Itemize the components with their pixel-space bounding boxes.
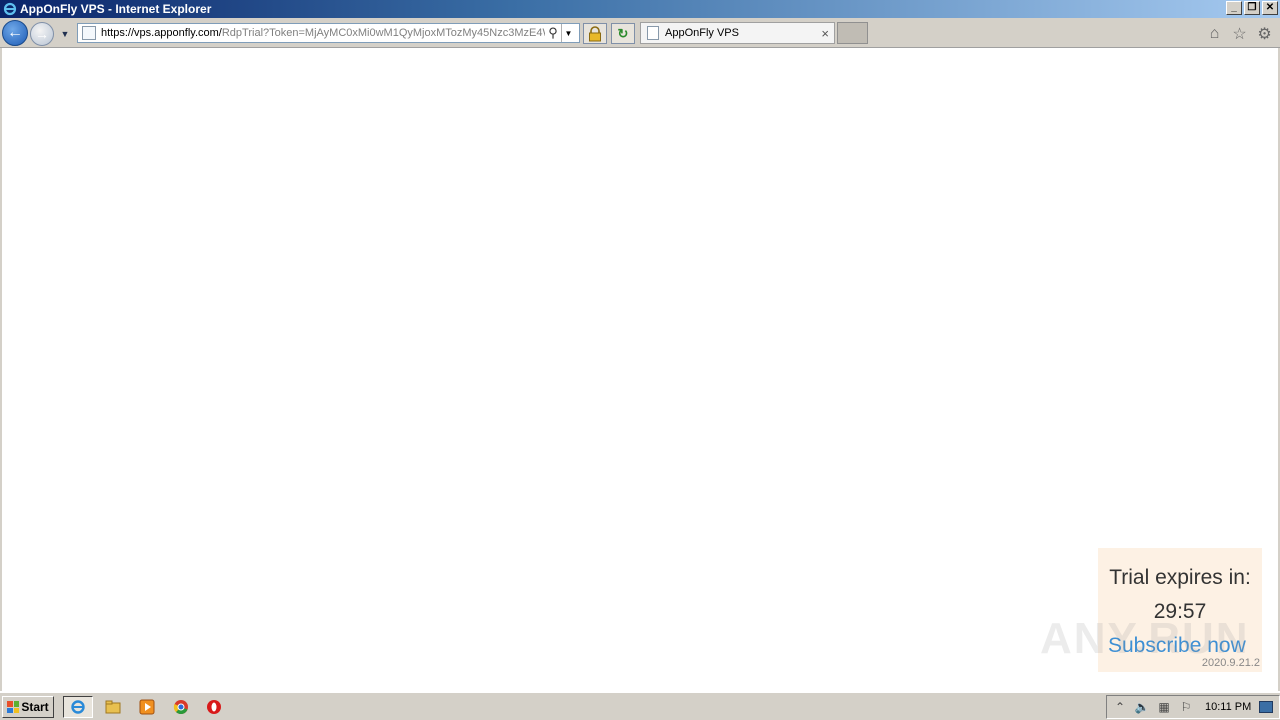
taskbar-opera-icon[interactable] (199, 696, 229, 718)
network-icon[interactable]: ▦ (1155, 698, 1173, 716)
taskbar: Start ⌃ 🔈 ▦ ⚐ 10:11 PM (0, 692, 1280, 720)
tab-label: AppOnFly VPS (665, 27, 739, 39)
show-desktop-icon[interactable] (1259, 701, 1274, 713)
show-hidden-icons-icon[interactable]: ⌃ (1111, 698, 1129, 716)
history-dropdown-icon[interactable]: ▼ (58, 28, 72, 40)
title-bar: AppOnFly VPS - Internet Explorer _ ❐ ✕ (0, 0, 1280, 18)
home-icon[interactable]: ⌂ (1205, 24, 1224, 43)
navigation-bar: ← → ▼ https://vps.apponfly.com/RdpTrial?… (0, 18, 1280, 48)
start-label: Start (21, 700, 49, 714)
minimize-button[interactable]: _ (1226, 1, 1242, 15)
address-bar[interactable]: https://vps.apponfly.com/RdpTrial?Token=… (77, 23, 580, 43)
refresh-button[interactable]: ↻ (611, 23, 635, 44)
windows-logo-icon (7, 701, 20, 713)
tab-page-icon (647, 26, 659, 40)
taskbar-ie-icon[interactable] (63, 696, 93, 718)
trial-label: Trial expires in: (1109, 566, 1251, 589)
page-content: Trial expires in: 29:57 Subscribe now AN… (0, 48, 1280, 691)
toolbar-icons: ⌂ ☆ ⚙ (1205, 24, 1274, 43)
action-center-flag-icon[interactable]: ⚐ (1177, 698, 1195, 716)
back-button[interactable]: ← (2, 20, 28, 46)
tools-gear-icon[interactable]: ⚙ (1255, 24, 1274, 43)
taskbar-media-player-icon[interactable] (132, 696, 162, 718)
window-title: AppOnFly VPS - Internet Explorer (20, 2, 212, 16)
new-tab-button[interactable] (837, 22, 868, 44)
page-icon (82, 26, 96, 40)
taskbar-chrome-icon[interactable] (166, 696, 196, 718)
close-button[interactable]: ✕ (1262, 1, 1278, 15)
url-host: https://vps.apponfly.com/ (101, 27, 222, 39)
url-dropdown-icon[interactable]: ▼ (561, 24, 575, 42)
window-controls: _ ❐ ✕ (1226, 1, 1278, 15)
version-label: 2020.9.21.2 (1201, 657, 1260, 669)
restore-button[interactable]: ❐ (1244, 1, 1260, 15)
clock[interactable]: 10:11 PM (1205, 701, 1251, 713)
system-tray: ⌃ 🔈 ▦ ⚐ 10:11 PM (1106, 695, 1280, 719)
start-button[interactable]: Start (2, 696, 54, 718)
tab-apponfly-vps[interactable]: AppOnFly VPS × (640, 22, 835, 44)
url-path: RdpTrial?Token=MjAyMC0xMi0wM1QyMjoxMTozM… (221, 27, 545, 39)
forward-button[interactable]: → (30, 22, 54, 46)
tab-close-icon[interactable]: × (821, 26, 829, 41)
volume-icon[interactable]: 🔈 (1133, 698, 1151, 716)
favorites-icon[interactable]: ☆ (1230, 24, 1249, 43)
taskbar-explorer-folder-icon[interactable] (98, 696, 128, 718)
url-text[interactable]: https://vps.apponfly.com/RdpTrial?Token=… (101, 27, 545, 39)
security-lock-icon[interactable] (583, 23, 607, 44)
ie-logo-icon (2, 1, 18, 17)
search-icon[interactable]: ⚲ (545, 25, 561, 41)
